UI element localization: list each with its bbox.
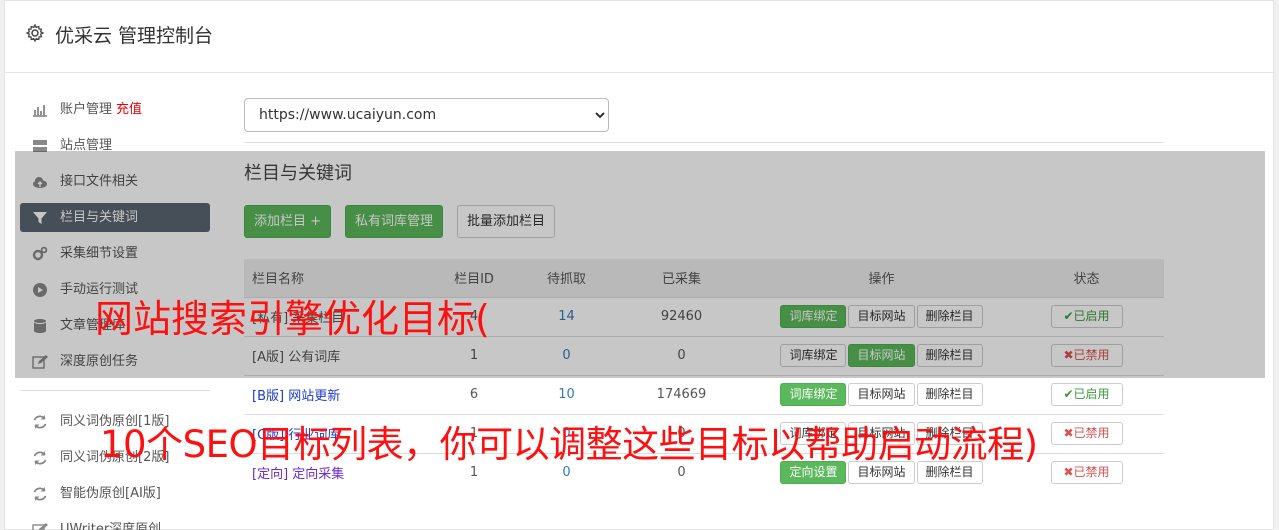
- pending-count[interactable]: 10: [524, 374, 609, 414]
- refresh-icon: [33, 415, 47, 429]
- page-header: 优采云 管理控制台: [5, 1, 1275, 73]
- edit-icon: [32, 523, 48, 530]
- refresh-icon: [33, 487, 47, 501]
- column-name: 定向采集: [292, 467, 345, 483]
- delete-column-button[interactable]: 删除栏目: [916, 383, 983, 406]
- recharge-link[interactable]: 充值: [116, 102, 142, 117]
- bind-lib-button[interactable]: 词库绑定: [780, 383, 847, 406]
- collected-count: 174669: [609, 374, 754, 414]
- column-name-cell[interactable]: [B版] 网站更新: [244, 374, 424, 414]
- column-tag: [定向]: [252, 467, 289, 483]
- status-label: 已启用: [1073, 387, 1110, 401]
- page-title: 优采云 管理控制台: [55, 25, 214, 47]
- status-toggle[interactable]: ✖已禁用: [1050, 461, 1123, 485]
- site-select[interactable]: https://www.ucaiyun.com: [244, 98, 609, 132]
- status-toggle[interactable]: ✔已启用: [1050, 383, 1123, 406]
- operations-cell: 词库绑定 目标网站 删除栏目: [754, 374, 1009, 414]
- status-cell: ✔已启用: [1009, 374, 1164, 414]
- status-label: 已禁用: [1073, 465, 1110, 480]
- sidebar-item-account[interactable]: 账户管理 充值: [20, 95, 210, 124]
- check-icon: ✔: [1063, 387, 1074, 401]
- overlay-caption-line1: 网站搜索引擎优化目标(: [95, 297, 490, 341]
- dim-overlay: [15, 151, 1265, 378]
- status-label: 已禁用: [1073, 426, 1110, 440]
- cross-icon: ✖: [1063, 465, 1074, 480]
- column-id: 6: [424, 374, 524, 414]
- refresh-icon: [33, 451, 47, 465]
- sidebar-item-label: 智能伪原创[AI版]: [60, 486, 161, 501]
- status-toggle[interactable]: ✖已禁用: [1050, 422, 1123, 445]
- sidebar-divider: [20, 390, 210, 391]
- column-name: 网站更新: [288, 389, 341, 404]
- column-tag: [B版]: [252, 389, 285, 404]
- cross-icon: ✖: [1063, 426, 1074, 440]
- target-site-button[interactable]: 目标网站: [848, 383, 915, 406]
- gear-icon: [25, 23, 45, 43]
- bar-chart-icon: [33, 105, 47, 117]
- divider: [244, 142, 1164, 143]
- overlay-caption-line2: 10个SEO目标列表，你可以调整这些目标以帮助启动流程): [100, 423, 1038, 466]
- sidebar-item-label: UWriter深度原创: [60, 522, 162, 530]
- sidebar-item-uwriter[interactable]: UWriter深度原创: [20, 515, 210, 530]
- sidebar-item-ai-rewrite[interactable]: 智能伪原创[AI版]: [20, 479, 210, 508]
- table-row: [B版] 网站更新 6 10 174669 词库绑定 目标网站 删除栏目 ✔已启用: [244, 374, 1164, 414]
- sidebar-item-label: 账户管理: [60, 102, 113, 117]
